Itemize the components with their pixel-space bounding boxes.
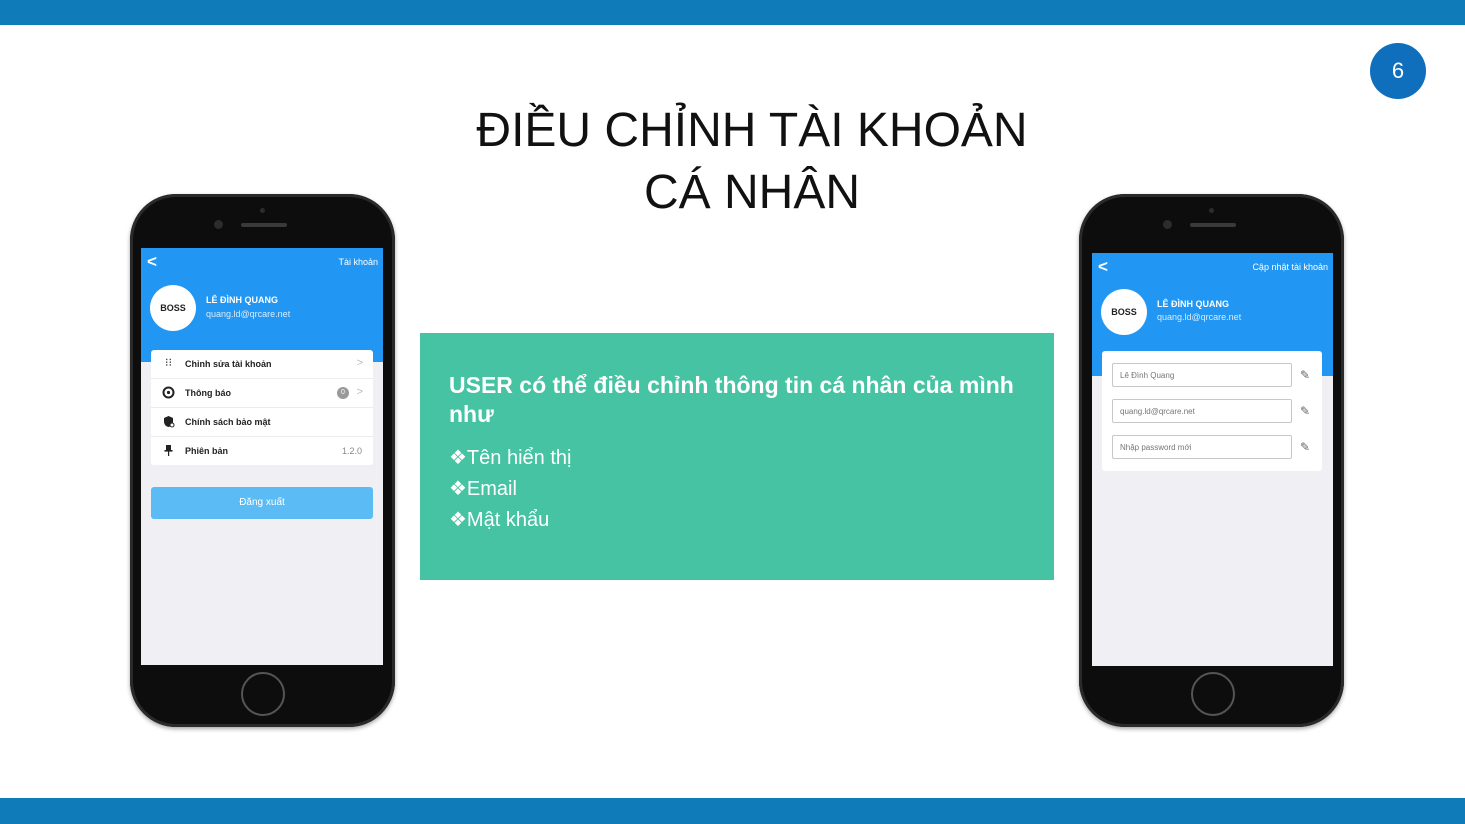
avatar: BOSS: [1101, 289, 1147, 335]
account-form: ✎ ✎ ✎: [1102, 351, 1322, 471]
page-number-badge: 6: [1370, 43, 1426, 99]
phone-right: < Cập nhật tài khoản BOSS LÊ ĐÌNH QUANG …: [1079, 194, 1344, 727]
nav-bar: < Cập nhật tài khoản: [1092, 253, 1333, 281]
phone-sensor: [1209, 208, 1214, 213]
phone-screen-update-account: < Cập nhật tài khoản BOSS LÊ ĐÌNH QUANG …: [1092, 253, 1333, 666]
nav-bar: < Tài khoản: [141, 248, 383, 276]
pencil-icon[interactable]: ✎: [1298, 368, 1312, 382]
new-password-field[interactable]: [1112, 435, 1292, 459]
info-box: USER có thể điều chỉnh thông tin cá nhân…: [420, 333, 1054, 580]
user-name: LÊ ĐÌNH QUANG: [1157, 299, 1229, 309]
menu-item-label: Chính sách bảo mật: [185, 417, 271, 427]
bullet-display-name: ❖Tên hiển thị: [449, 447, 572, 469]
user-email: quang.ld@qrcare.net: [206, 309, 291, 319]
menu-item-label: Chỉnh sửa tài khoản: [185, 359, 272, 369]
logout-button[interactable]: Đăng xuất: [151, 487, 373, 519]
notification-count-badge: 0: [337, 387, 349, 399]
phone-screen-account: < Tài khoản BOSS LÊ ĐÌNH QUANG quang.ld@…: [141, 248, 383, 665]
menu-item-version: Phiên bản 1.2.0: [151, 437, 373, 465]
menu-item-label: Phiên bản: [185, 446, 229, 456]
top-accent-bar: [0, 0, 1465, 25]
slide-title-line2: CÁ NHÂN: [643, 166, 861, 219]
edit-grid-icon: ⁝⁝: [165, 357, 172, 369]
chevron-right-icon: >: [356, 386, 363, 398]
menu-item-notifications[interactable]: Thông báo 0 >: [151, 379, 373, 408]
user-email: quang.ld@qrcare.net: [1157, 312, 1242, 322]
chevron-right-icon: >: [356, 357, 363, 369]
phone-sensor: [260, 208, 265, 213]
settings-menu: ⁝⁝ Chỉnh sửa tài khoản > Thông báo 0 > C…: [151, 350, 373, 465]
pencil-icon[interactable]: ✎: [1298, 404, 1312, 418]
phone-camera: [1163, 220, 1172, 229]
phone-left: < Tài khoản BOSS LÊ ĐÌNH QUANG quang.ld@…: [130, 194, 395, 727]
shield-icon: [162, 415, 175, 428]
phone-camera: [214, 220, 223, 229]
home-button: [1191, 672, 1235, 716]
bullet-email: ❖Email: [449, 478, 517, 500]
menu-item-label: Thông báo: [185, 388, 231, 398]
slide-title-line1: ĐIỀU CHỈNH TÀI KHOẢN: [476, 104, 1028, 157]
back-icon[interactable]: <: [1098, 257, 1108, 277]
phone-speaker: [1190, 223, 1236, 227]
pin-icon: [162, 444, 175, 457]
slide-title: ĐIỀU CHỈNH TÀI KHOẢN CÁ NHÂN: [452, 100, 1052, 224]
version-value: 1.2.0: [341, 446, 362, 456]
back-icon[interactable]: <: [147, 252, 157, 272]
display-name-field[interactable]: [1112, 363, 1292, 387]
bullet-password: ❖Mật khẩu: [449, 509, 550, 531]
pencil-icon[interactable]: ✎: [1298, 440, 1312, 454]
home-button: [241, 672, 285, 716]
info-heading: USER có thể điều chỉnh thông tin cá nhân…: [449, 372, 1014, 427]
avatar: BOSS: [150, 285, 196, 331]
bottom-accent-bar: [0, 798, 1465, 824]
menu-item-privacy-policy[interactable]: Chính sách bảo mật: [151, 408, 373, 437]
phone-speaker: [241, 223, 287, 227]
nav-title: Cập nhật tài khoản: [1252, 262, 1328, 272]
email-field[interactable]: [1112, 399, 1292, 423]
bell-icon: [162, 386, 175, 399]
menu-item-edit-account[interactable]: ⁝⁝ Chỉnh sửa tài khoản >: [151, 350, 373, 379]
user-name: LÊ ĐÌNH QUANG: [206, 295, 278, 305]
nav-title: Tài khoản: [338, 257, 378, 267]
